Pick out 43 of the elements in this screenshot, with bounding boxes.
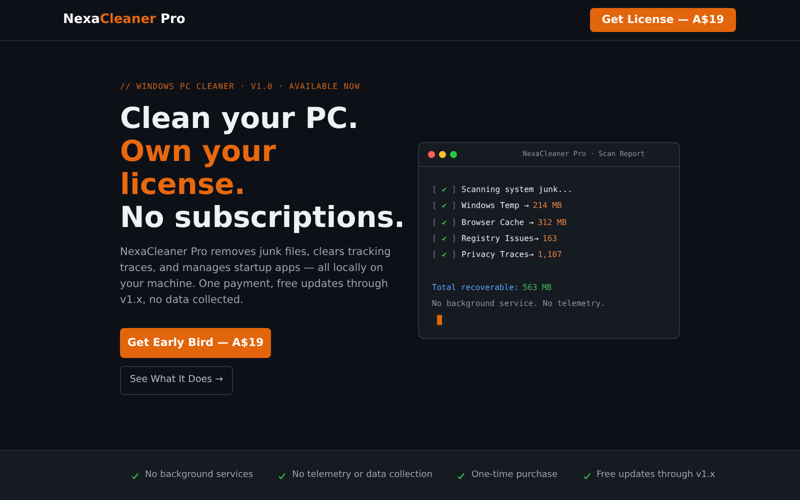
check-icon	[278, 472, 286, 480]
tick-text: ✔	[442, 233, 447, 246]
headline-line: No subscriptions.	[120, 201, 400, 234]
eyebrow-text: // WINDOWS PC CLEANER · V1.0 · AVAILABLE NOW	[120, 81, 362, 93]
bracket-text: ]	[452, 184, 456, 196]
feature-text: No background services	[145, 468, 254, 482]
terminal-value: 1,107	[538, 249, 562, 262]
terminal-line: Privacy Traces→	[461, 249, 534, 262]
tick-text: ✔	[442, 184, 447, 196]
check-icon	[582, 472, 591, 480]
bracket-text: [	[432, 184, 437, 196]
feature-text: Free updates through v1.x	[596, 468, 716, 482]
bracket-text: [	[432, 249, 437, 262]
total-value: 563 MB	[522, 282, 552, 294]
tick-text: ✔	[442, 249, 447, 262]
bracket-text: [	[432, 216, 437, 229]
see-what-it-does-button[interactable]: See What It Does →	[120, 366, 233, 395]
bracket-text: [	[432, 200, 437, 212]
terminal-line: Windows Temp →	[461, 200, 529, 212]
bracket-text: ]	[452, 249, 456, 262]
terminal-value: 312 MB	[538, 216, 567, 229]
terminal-value: 163	[542, 233, 557, 246]
feature-text: One-time purchase	[471, 468, 558, 482]
check-icon	[457, 472, 466, 480]
tick-text: ✔	[442, 200, 447, 212]
bracket-text: ]	[452, 216, 456, 229]
tick-text: ✔	[442, 216, 447, 229]
bracket-text: ]	[452, 233, 456, 246]
terminal-line: Browser Cache →	[461, 216, 534, 229]
brand-logo[interactable]: NexaCleaner Pro	[63, 10, 186, 30]
hero-description: NexaCleaner Pro removes junk files, clears tracking traces, and manages startup apps — all locally on your machine. One payment, free updates through v1.x, no data collected.	[120, 245, 392, 308]
terminal-cursor	[437, 315, 442, 326]
headline-line: Clean your PC.	[120, 102, 360, 135]
terminal-note: No background service. No telemetry.	[432, 298, 606, 310]
total-label: Total recoverable:	[432, 282, 519, 294]
headline-line: Own your license.	[120, 135, 276, 201]
terminal-line: Scanning system junk...	[461, 184, 572, 196]
feature-text: No telemetry or data collection	[292, 468, 432, 482]
terminal-value: 214 MB	[532, 200, 562, 212]
terminal-line: Registry Issues→	[461, 233, 539, 246]
bracket-text: [	[432, 233, 437, 246]
check-icon	[131, 472, 139, 480]
bracket-text: ]	[452, 200, 456, 212]
